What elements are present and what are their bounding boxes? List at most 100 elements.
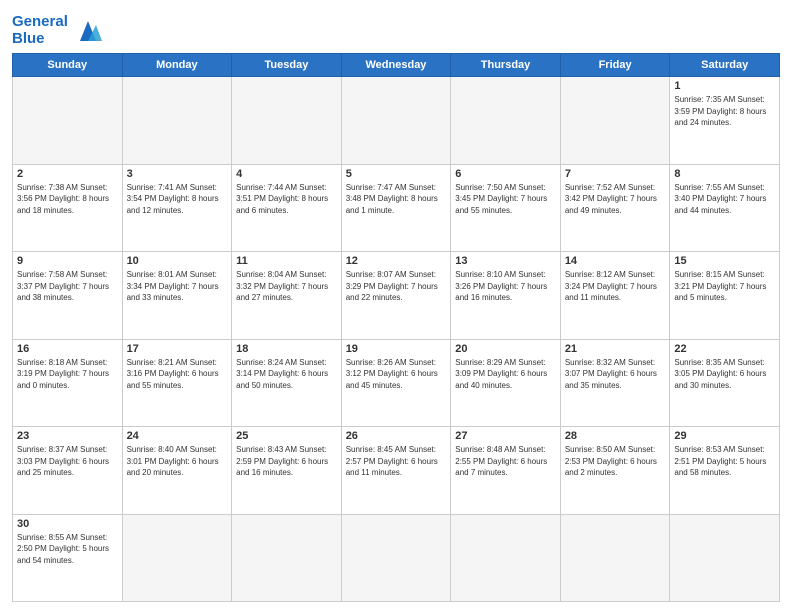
calendar-cell: 29Sunrise: 8:53 AM Sunset: 2:51 PM Dayli…	[670, 427, 780, 515]
calendar-cell	[451, 514, 561, 602]
calendar-cell: 4Sunrise: 7:44 AM Sunset: 3:51 PM Daylig…	[232, 164, 342, 252]
calendar-cell: 17 Sunrise: 8:21 AM Sunset: 3:16 PM Dayli…	[122, 339, 232, 427]
day-header-saturday: Saturday	[670, 54, 780, 77]
calendar-cell: 24 Sunrise: 8:40 AM Sunset: 3:01 PM Dayli…	[122, 427, 232, 515]
day-number: 1	[674, 80, 775, 92]
day-info: Sunrise: 8:37 AM Sunset: 3:03 PM Dayligh…	[17, 444, 118, 479]
day-info: Sunrise: 8:29 AM Sunset: 3:09 PM Dayligh…	[455, 357, 556, 392]
day-number: 8	[674, 168, 775, 180]
day-number: 28	[565, 430, 666, 442]
day-number: 29	[674, 430, 775, 442]
day-info: Sunrise: 8:43 AM Sunset: 2:59 PM Dayligh…	[236, 444, 337, 479]
calendar-cell	[341, 77, 451, 165]
day-info: Sunrise: 8:26 AM Sunset: 3:12 PM Dayligh…	[346, 357, 447, 392]
day-number: 17	[127, 343, 228, 355]
calendar-cell: 16 Sunrise: 8:18 AM Sunset: 3:19 PM Dayli…	[13, 339, 123, 427]
calendar-cell: 22Sunrise: 8:35 AM Sunset: 3:05 PM Dayli…	[670, 339, 780, 427]
calendar-cell: 3 Sunrise: 7:41 AM Sunset: 3:54 PM Daylig…	[122, 164, 232, 252]
day-info: Sunrise: 8:48 AM Sunset: 2:55 PM Dayligh…	[455, 444, 556, 479]
calendar-cell: 26Sunrise: 8:45 AM Sunset: 2:57 PM Dayli…	[341, 427, 451, 515]
day-info: Sunrise: 8:40 AM Sunset: 3:01 PM Dayligh…	[127, 444, 228, 479]
day-number: 22	[674, 343, 775, 355]
day-number: 23	[17, 430, 118, 442]
days-header-row: SundayMondayTuesdayWednesdayThursdayFrid…	[13, 54, 780, 77]
calendar-cell: 1 Sunrise: 7:35 AM Sunset: 3:59 PM Daylig…	[670, 77, 780, 165]
day-number: 27	[455, 430, 556, 442]
calendar-cell: 2 Sunrise: 7:38 AM Sunset: 3:56 PM Daylig…	[13, 164, 123, 252]
day-info: Sunrise: 8:18 AM Sunset: 3:19 PM Dayligh…	[17, 357, 118, 392]
day-number: 18	[236, 343, 337, 355]
calendar-cell: 11 Sunrise: 8:04 AM Sunset: 3:32 PM Dayli…	[232, 252, 342, 340]
day-header-wednesday: Wednesday	[341, 54, 451, 77]
day-info: Sunrise: 7:38 AM Sunset: 3:56 PM Dayligh…	[17, 182, 118, 217]
calendar-cell: 19 Sunrise: 8:26 AM Sunset: 3:12 PM Dayli…	[341, 339, 451, 427]
day-number: 20	[455, 343, 556, 355]
calendar-cell	[560, 514, 670, 602]
calendar-cell	[13, 77, 123, 165]
day-number: 25	[236, 430, 337, 442]
day-number: 12	[346, 255, 447, 267]
calendar-cell: 5Sunrise: 7:47 AM Sunset: 3:48 PM Daylig…	[341, 164, 451, 252]
calendar-cell	[560, 77, 670, 165]
logo-general: General	[12, 13, 68, 30]
calendar-cell: 10 Sunrise: 8:01 AM Sunset: 3:34 PM Dayli…	[122, 252, 232, 340]
calendar-cell: 27 Sunrise: 8:48 AM Sunset: 2:55 PM Dayli…	[451, 427, 561, 515]
calendar-cell: 6 Sunrise: 7:50 AM Sunset: 3:45 PM Daylig…	[451, 164, 561, 252]
calendar-cell: 9Sunrise: 7:58 AM Sunset: 3:37 PM Daylig…	[13, 252, 123, 340]
day-info: Sunrise: 8:32 AM Sunset: 3:07 PM Dayligh…	[565, 357, 666, 392]
calendar-cell: 28 Sunrise: 8:50 AM Sunset: 2:53 PM Dayli…	[560, 427, 670, 515]
day-info: Sunrise: 7:52 AM Sunset: 3:42 PM Dayligh…	[565, 182, 666, 217]
day-number: 26	[346, 430, 447, 442]
day-info: Sunrise: 8:01 AM Sunset: 3:34 PM Dayligh…	[127, 269, 228, 304]
calendar-cell: 23 Sunrise: 8:37 AM Sunset: 3:03 PM Dayli…	[13, 427, 123, 515]
day-number: 15	[674, 255, 775, 267]
day-number: 19	[346, 343, 447, 355]
day-number: 16	[17, 343, 118, 355]
day-number: 10	[127, 255, 228, 267]
calendar-week-4: 16 Sunrise: 8:18 AM Sunset: 3:19 PM Dayli…	[13, 339, 780, 427]
calendar-cell	[670, 514, 780, 602]
calendar-week-6: 30Sunrise: 8:55 AM Sunset: 2:50 PM Dayli…	[13, 514, 780, 602]
day-number: 24	[127, 430, 228, 442]
calendar-cell: 14Sunrise: 8:12 AM Sunset: 3:24 PM Dayli…	[560, 252, 670, 340]
day-info: Sunrise: 7:41 AM Sunset: 3:54 PM Dayligh…	[127, 182, 228, 217]
day-info: Sunrise: 7:50 AM Sunset: 3:45 PM Dayligh…	[455, 182, 556, 217]
day-number: 9	[17, 255, 118, 267]
calendar-cell	[232, 514, 342, 602]
day-info: Sunrise: 8:15 AM Sunset: 3:21 PM Dayligh…	[674, 269, 775, 304]
day-info: Sunrise: 8:04 AM Sunset: 3:32 PM Dayligh…	[236, 269, 337, 304]
logo-blue: Blue	[12, 30, 45, 47]
day-number: 30	[17, 518, 118, 530]
calendar-cell	[341, 514, 451, 602]
day-number: 11	[236, 255, 337, 267]
day-number: 14	[565, 255, 666, 267]
day-info: Sunrise: 8:50 AM Sunset: 2:53 PM Dayligh…	[565, 444, 666, 479]
day-number: 3	[127, 168, 228, 180]
page-header: General Blue	[12, 10, 780, 47]
calendar-week-3: 9Sunrise: 7:58 AM Sunset: 3:37 PM Daylig…	[13, 252, 780, 340]
day-header-tuesday: Tuesday	[232, 54, 342, 77]
day-number: 7	[565, 168, 666, 180]
day-header-monday: Monday	[122, 54, 232, 77]
day-number: 5	[346, 168, 447, 180]
day-info: Sunrise: 8:21 AM Sunset: 3:16 PM Dayligh…	[127, 357, 228, 392]
day-number: 2	[17, 168, 118, 180]
calendar-cell	[122, 77, 232, 165]
day-info: Sunrise: 8:10 AM Sunset: 3:26 PM Dayligh…	[455, 269, 556, 304]
logo: General Blue	[12, 14, 104, 47]
day-info: Sunrise: 7:35 AM Sunset: 3:59 PM Dayligh…	[674, 94, 775, 129]
calendar-cell	[122, 514, 232, 602]
calendar-cell: 13Sunrise: 8:10 AM Sunset: 3:26 PM Dayli…	[451, 252, 561, 340]
day-header-thursday: Thursday	[451, 54, 561, 77]
calendar-cell: 18Sunrise: 8:24 AM Sunset: 3:14 PM Dayli…	[232, 339, 342, 427]
calendar-cell: 30Sunrise: 8:55 AM Sunset: 2:50 PM Dayli…	[13, 514, 123, 602]
calendar-table: SundayMondayTuesdayWednesdayThursdayFrid…	[12, 53, 780, 602]
calendar-cell: 8 Sunrise: 7:55 AM Sunset: 3:40 PM Daylig…	[670, 164, 780, 252]
calendar-cell: 21Sunrise: 8:32 AM Sunset: 3:07 PM Dayli…	[560, 339, 670, 427]
calendar-cell: 20 Sunrise: 8:29 AM Sunset: 3:09 PM Dayli…	[451, 339, 561, 427]
calendar-cell	[232, 77, 342, 165]
day-info: Sunrise: 8:07 AM Sunset: 3:29 PM Dayligh…	[346, 269, 447, 304]
day-number: 6	[455, 168, 556, 180]
day-info: Sunrise: 7:55 AM Sunset: 3:40 PM Dayligh…	[674, 182, 775, 217]
day-header-friday: Friday	[560, 54, 670, 77]
